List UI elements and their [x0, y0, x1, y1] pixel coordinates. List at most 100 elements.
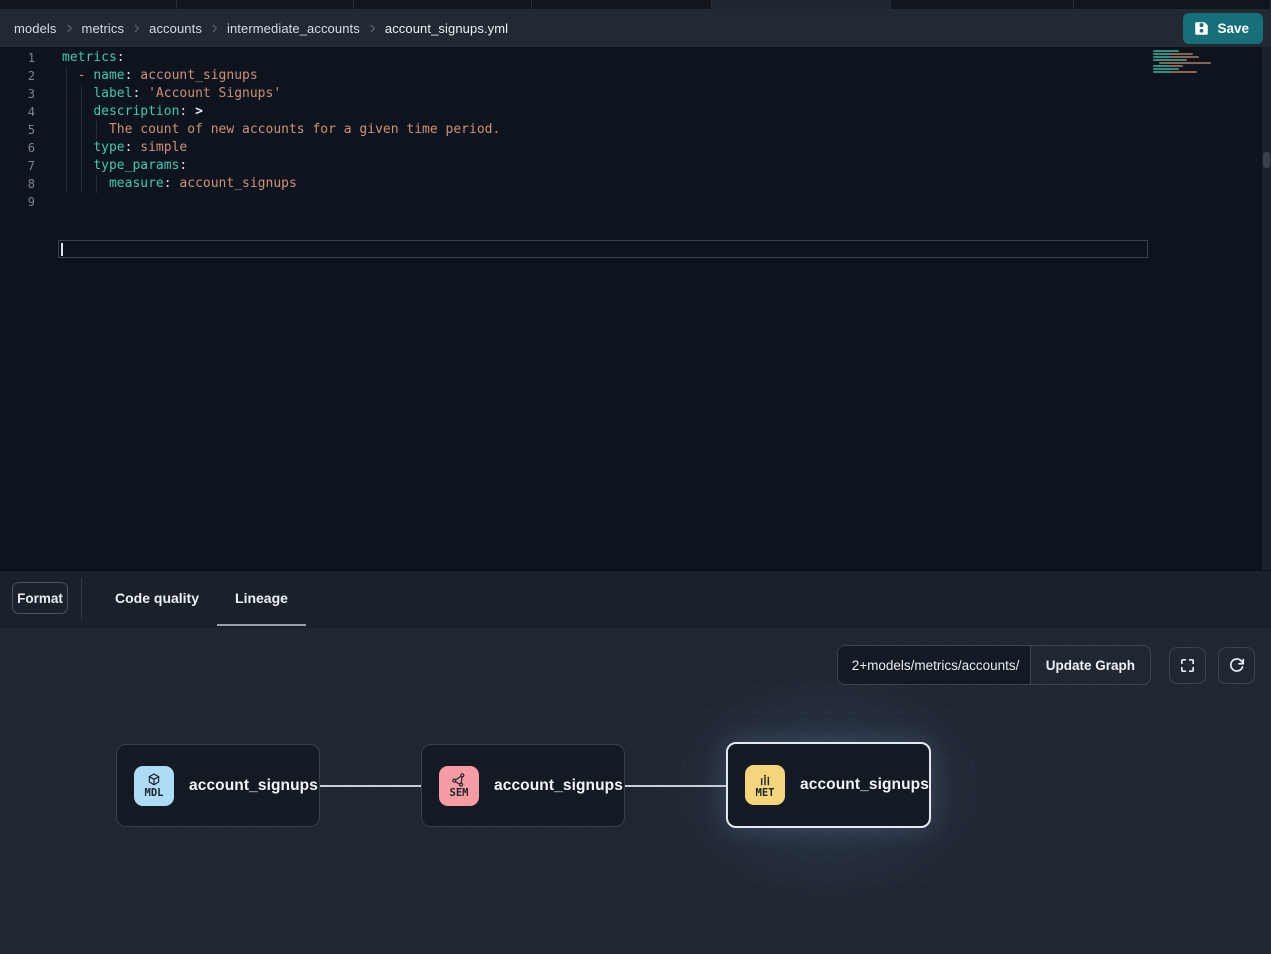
line-number: 2 [0, 67, 44, 85]
code-editor[interactable]: 123456789 metrics: - name: account_signu… [0, 47, 1271, 570]
panel-tab-bar: Format Code qualityLineage [0, 570, 1271, 628]
indent-guide [81, 103, 82, 121]
indent-guide [66, 139, 67, 157]
text-cursor [61, 243, 63, 256]
code-token [62, 122, 109, 137]
fullscreen-button[interactable] [1169, 647, 1206, 684]
line-number: 4 [0, 103, 44, 121]
editor-tab[interactable] [1074, 0, 1271, 9]
code-token: > [195, 104, 203, 119]
refresh-button[interactable] [1218, 647, 1255, 684]
code-line[interactable]: - name: account_signups [62, 67, 1161, 85]
editor-tab[interactable] [891, 0, 1074, 9]
node-badge-met: MET [745, 765, 785, 805]
indent-guide [66, 157, 67, 175]
breadcrumb-item[interactable]: accounts [149, 21, 202, 36]
indent-guide [66, 121, 67, 139]
code-line[interactable]: label: 'Account Signups' [62, 85, 1161, 103]
editor-scrollbar[interactable] [1262, 47, 1271, 570]
code-token: label [93, 86, 132, 101]
update-graph-button[interactable]: Update Graph [1030, 646, 1150, 684]
code-token: - [78, 68, 94, 83]
chevron-right-icon [131, 23, 142, 34]
line-number: 8 [0, 175, 44, 193]
lineage-selector-group: Update Graph [837, 645, 1151, 685]
code-token: : [117, 50, 125, 65]
lineage-canvas[interactable]: Update Graph [0, 628, 1271, 954]
code-token: 'Account Signups' [140, 86, 281, 101]
editor-scrollbar-thumb[interactable] [1263, 152, 1270, 168]
indent-guide [96, 175, 97, 193]
format-button[interactable]: Format [12, 582, 68, 614]
node-label: account_signups [189, 777, 318, 795]
chevron-right-icon [209, 23, 220, 34]
line-number: 6 [0, 139, 44, 157]
code-line[interactable]: type: simple [62, 139, 1161, 157]
code-token: type [93, 140, 124, 155]
toolbar-divider [81, 578, 82, 620]
lineage-selector-input[interactable] [838, 646, 1030, 684]
line-number: 5 [0, 121, 44, 139]
indent-guide [81, 157, 82, 175]
save-icon [1194, 21, 1209, 36]
code-token [62, 68, 78, 83]
editor-tab[interactable] [532, 0, 712, 9]
code-line[interactable]: type_params: [62, 157, 1161, 175]
code-token: : [179, 158, 187, 173]
code-token: type_params [93, 158, 179, 173]
editor-tab[interactable] [354, 0, 532, 9]
code-line-current[interactable] [62, 193, 1161, 211]
code-line[interactable]: measure: account_signups [62, 175, 1161, 193]
code-token: description [93, 104, 179, 119]
fullscreen-icon [1179, 657, 1196, 674]
editor-tab-strip [0, 0, 1271, 9]
semantic-model-icon [451, 772, 467, 788]
code-token [62, 176, 109, 191]
indent-guide [96, 121, 97, 139]
chevron-right-icon [367, 23, 378, 34]
lineage-node-met[interactable]: MET account_signups [726, 742, 931, 828]
breadcrumb-item[interactable]: intermediate_accounts [227, 21, 360, 36]
code-token: metrics [62, 50, 117, 65]
editor-tab[interactable] [0, 0, 177, 9]
breadcrumb-item[interactable]: models [14, 21, 57, 36]
lineage-edge [320, 785, 421, 787]
file-header: models metrics accounts intermediate_accoun… [0, 9, 1271, 47]
breadcrumb-item[interactable]: account_signups.yml [385, 21, 508, 36]
node-badge-label: MDL [145, 788, 164, 799]
node-badge-label: MET [756, 788, 775, 799]
lineage-node-mdl[interactable]: MDL account_signups [116, 744, 320, 827]
metric-chart-icon [757, 772, 773, 788]
line-number: 1 [0, 49, 44, 67]
tab-code-quality[interactable]: Code quality [97, 571, 217, 624]
breadcrumb: models metrics accounts intermediate_accoun… [14, 21, 508, 36]
lineage-edge [625, 785, 726, 787]
lineage-node-sem[interactable]: SEMaccount_signups [421, 744, 625, 827]
indent-guide [66, 85, 67, 103]
node-label: account_signups [800, 776, 929, 794]
save-label: Save [1217, 21, 1249, 36]
code-token: account_signups [172, 176, 297, 191]
indent-guide [81, 85, 82, 103]
node-badge-mdl: MDL [134, 766, 174, 806]
indent-guide [66, 67, 67, 85]
code-token [187, 104, 195, 119]
tab-lineage[interactable]: Lineage [217, 571, 306, 624]
editor-tab[interactable] [712, 0, 891, 9]
save-button[interactable]: Save [1183, 13, 1263, 44]
code-line[interactable]: metrics: [62, 49, 1161, 67]
code-line[interactable]: description: > [62, 103, 1161, 121]
editor-tab[interactable] [177, 0, 354, 9]
indent-guide [66, 175, 67, 193]
chevron-right-icon [64, 23, 75, 34]
code-token: account_signups [132, 68, 257, 83]
code-content[interactable]: metrics: - name: account_signups label: … [62, 49, 1161, 211]
line-number: 7 [0, 157, 44, 175]
node-label: account_signups [494, 777, 623, 795]
lineage-toolbar: Update Graph [837, 645, 1255, 685]
code-line[interactable]: The count of new accounts for a given ti… [62, 121, 1161, 139]
panel-tabs: Code qualityLineage [97, 571, 306, 624]
code-token: : [164, 176, 172, 191]
breadcrumb-item[interactable]: metrics [82, 21, 125, 36]
minimap[interactable] [1153, 50, 1211, 73]
